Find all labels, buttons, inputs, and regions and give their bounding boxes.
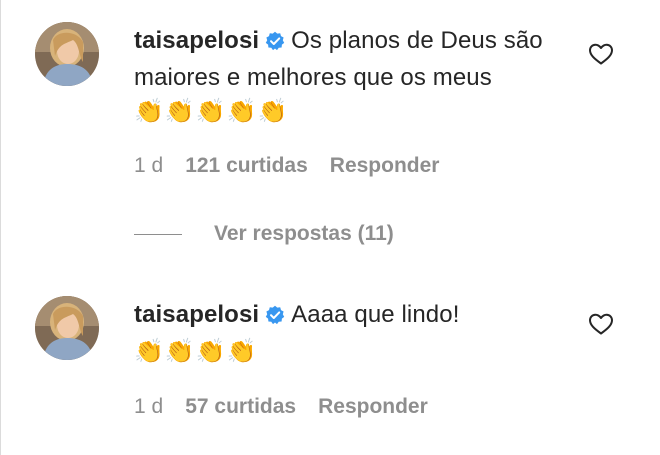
- username[interactable]: taisapelosi: [134, 301, 259, 328]
- clapping-hands-emoji: 👏👏👏👏: [134, 338, 258, 365]
- view-replies-button[interactable]: Ver respostas (11): [134, 222, 394, 246]
- heart-outline-icon[interactable]: [588, 42, 614, 66]
- comment-body: taisapelosi Os planos de Deus são maiores…: [134, 24, 554, 129]
- comment-text: Aaaa que lindo!: [291, 301, 460, 328]
- divider-line: [134, 233, 182, 235]
- reply-button[interactable]: Responder: [318, 395, 428, 418]
- clapping-hands-emoji: 👏👏👏👏👏: [134, 98, 289, 125]
- verified-badge-icon: [265, 301, 285, 335]
- likes-count[interactable]: 121 curtidas: [185, 154, 308, 177]
- timestamp: 1 d: [134, 154, 164, 177]
- view-replies-label: Ver respostas (11): [214, 222, 394, 245]
- comment-meta: 1 d 121 curtidas Responder: [134, 154, 461, 178]
- verified-badge-icon: [265, 27, 285, 61]
- comment-meta: 1 d 57 curtidas Responder: [134, 395, 450, 419]
- heart-outline-icon[interactable]: [588, 312, 614, 336]
- avatar[interactable]: [35, 22, 99, 86]
- comments-panel: taisapelosi Os planos de Deus são maiores…: [0, 0, 660, 455]
- avatar[interactable]: [35, 296, 99, 360]
- comment-body: taisapelosi Aaaa que lindo! 👏👏👏👏: [134, 298, 554, 369]
- timestamp: 1 d: [134, 395, 164, 418]
- username[interactable]: taisapelosi: [134, 27, 259, 54]
- likes-count[interactable]: 57 curtidas: [185, 395, 296, 418]
- reply-button[interactable]: Responder: [330, 154, 440, 177]
